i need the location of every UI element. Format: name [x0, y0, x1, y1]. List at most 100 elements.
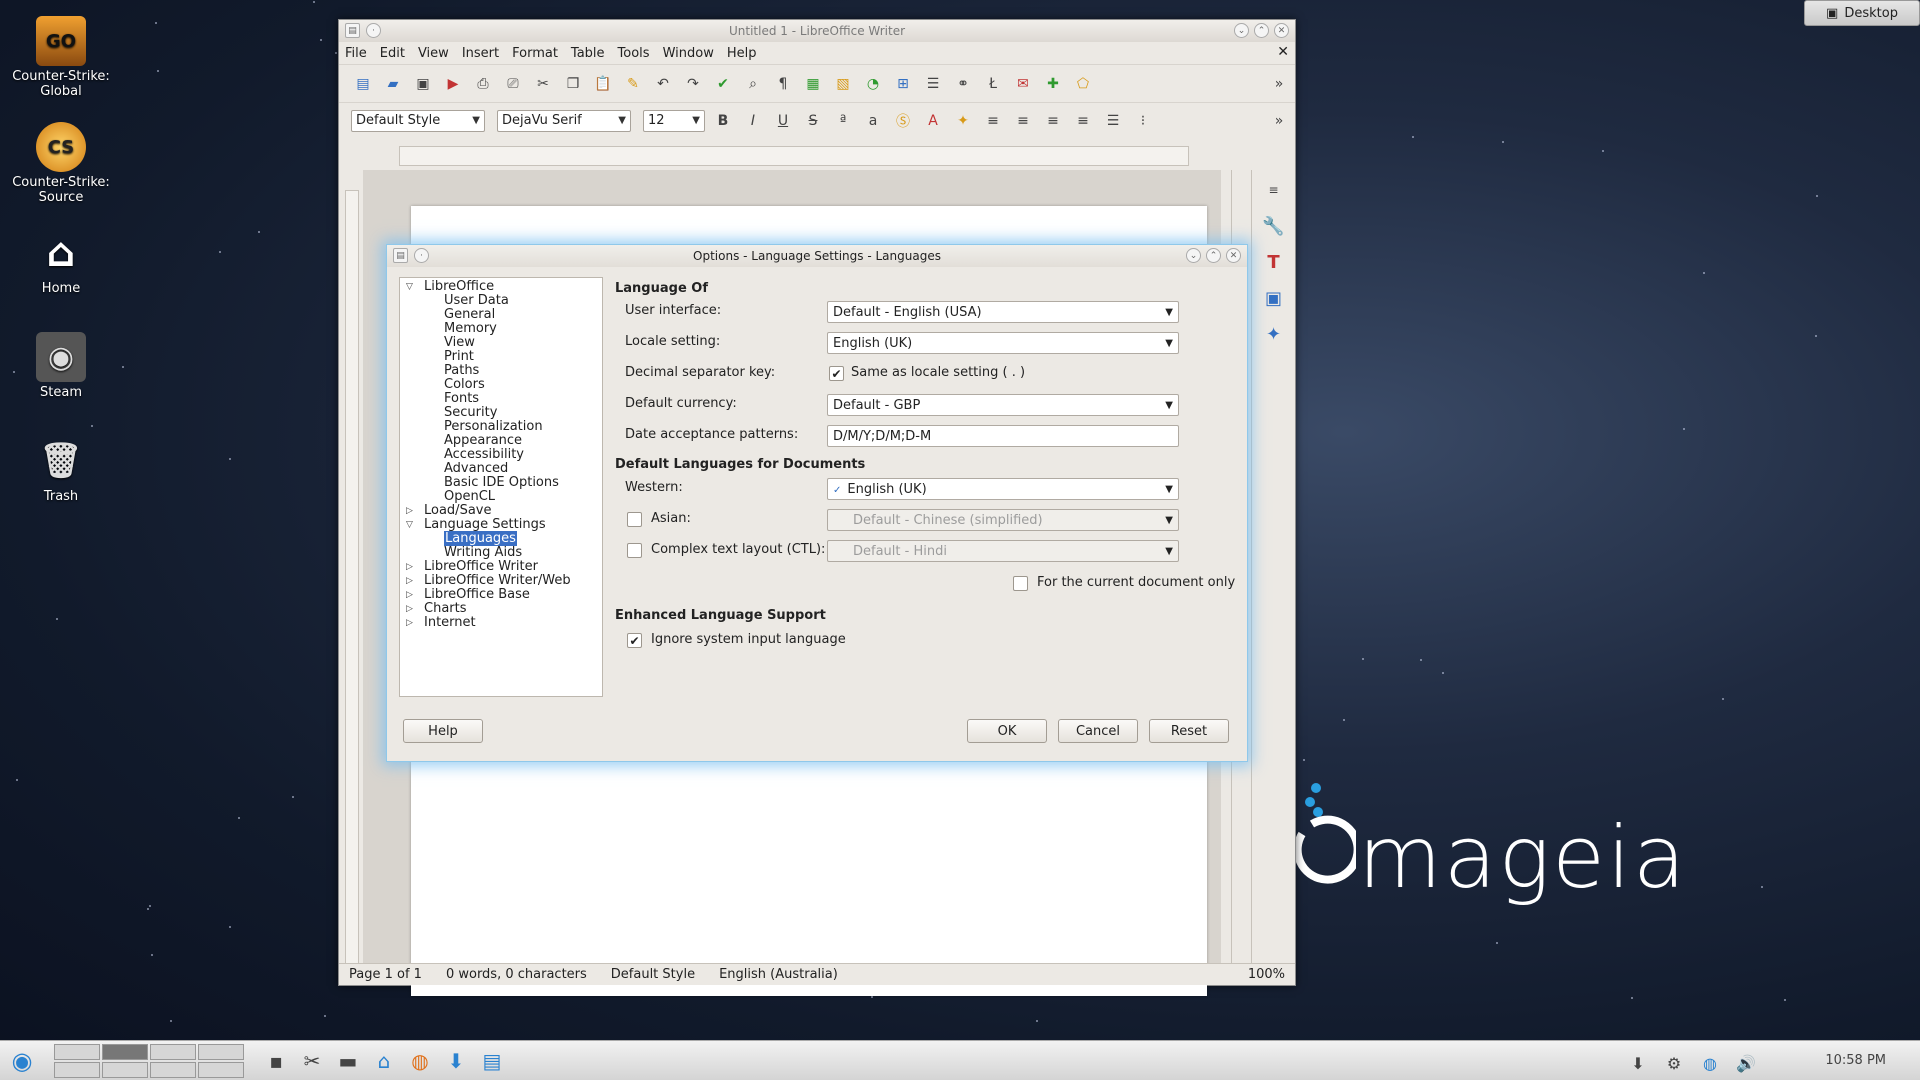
- minimize-icon[interactable]: ⌄: [1186, 248, 1201, 263]
- tree-item[interactable]: Memory: [400, 322, 602, 336]
- italic-icon[interactable]: I: [741, 109, 765, 133]
- track-changes-icon[interactable]: ✚: [1041, 72, 1065, 96]
- strikethrough-icon[interactable]: S: [801, 109, 825, 133]
- desktop-icon-css[interactable]: CS Counter-Strike: Source: [10, 122, 112, 205]
- tree-item[interactable]: Basic IDE Options: [400, 476, 602, 490]
- paste-icon[interactable]: 📋: [591, 72, 615, 96]
- minimize-icon[interactable]: ⌄: [1234, 23, 1249, 38]
- cancel-button[interactable]: Cancel: [1058, 719, 1138, 743]
- find-replace-icon[interactable]: ⌕: [741, 72, 765, 96]
- status-style[interactable]: Default Style: [611, 967, 695, 982]
- print-preview-icon[interactable]: ⎚: [501, 72, 525, 96]
- workspace-6[interactable]: [102, 1061, 148, 1078]
- menu-insert[interactable]: Insert: [462, 46, 499, 61]
- save-icon[interactable]: ▣: [411, 72, 435, 96]
- properties-icon[interactable]: 🔧: [1262, 214, 1286, 238]
- new-document-icon[interactable]: ▤: [351, 72, 375, 96]
- menu-tools[interactable]: Tools: [618, 46, 650, 61]
- page-break-icon[interactable]: ☰: [921, 72, 945, 96]
- window-menu-icon[interactable]: ·: [366, 23, 381, 38]
- window-menu-icon[interactable]: ·: [414, 248, 429, 263]
- western-select[interactable]: ✓ English (UK) ▼: [827, 478, 1179, 500]
- tree-item[interactable]: Fonts: [400, 392, 602, 406]
- writer-task-icon[interactable]: ▤: [478, 1047, 506, 1075]
- clock[interactable]: 10:58 PM: [1825, 1053, 1886, 1068]
- bold-icon[interactable]: B: [711, 109, 735, 133]
- justify-icon[interactable]: ≡: [1071, 109, 1095, 133]
- line-spacing-icon[interactable]: ☰: [1101, 109, 1125, 133]
- open-icon[interactable]: ▰: [381, 72, 405, 96]
- date-patterns-input[interactable]: D/M/Y;D/M;D-M: [827, 425, 1179, 447]
- desktop-icon-trash[interactable]: 🗑 Trash: [10, 436, 112, 505]
- menu-file[interactable]: File: [345, 46, 367, 61]
- workspace-4[interactable]: [198, 1043, 244, 1060]
- downloads-icon[interactable]: ⬇: [442, 1047, 470, 1075]
- ok-button[interactable]: OK: [967, 719, 1047, 743]
- decimal-separator-checkbox[interactable]: ✔: [829, 366, 844, 381]
- workspace-7[interactable]: [150, 1061, 196, 1078]
- tree-item-internet[interactable]: ▷ Internet: [400, 616, 602, 630]
- terminal-icon[interactable]: ▬: [334, 1047, 362, 1075]
- settings-icon[interactable]: ✂: [298, 1047, 326, 1075]
- ctl-checkbox[interactable]: [627, 543, 642, 558]
- tree-item[interactable]: Advanced: [400, 462, 602, 476]
- vertical-ruler[interactable]: [345, 190, 359, 976]
- clone-formatting-icon[interactable]: ✎: [621, 72, 645, 96]
- dialog-titlebar[interactable]: ▤ · Options - Language Settings - Langua…: [387, 245, 1247, 267]
- highlight-color-icon[interactable]: ✦: [951, 109, 975, 133]
- align-right-icon[interactable]: ≡: [1041, 109, 1065, 133]
- shadow-icon[interactable]: a: [861, 109, 885, 133]
- tree-item[interactable]: Colors: [400, 378, 602, 392]
- comment-icon[interactable]: ✉: [1011, 72, 1035, 96]
- workspace-8[interactable]: [198, 1061, 244, 1078]
- maximize-icon[interactable]: ⌃: [1254, 23, 1269, 38]
- menu-table[interactable]: Table: [571, 46, 605, 61]
- paragraph-style-combo[interactable]: Default Style ▼: [351, 109, 485, 132]
- asian-select[interactable]: Default - Chinese (simplified) ▼: [827, 509, 1179, 531]
- print-icon[interactable]: ⎙: [471, 72, 495, 96]
- tree-item[interactable]: Print: [400, 350, 602, 364]
- tree-item-load-save[interactable]: ▷ Load/Save: [400, 504, 602, 518]
- menu-help[interactable]: Help: [727, 46, 757, 61]
- maximize-icon[interactable]: ⌃: [1206, 248, 1221, 263]
- underline-icon[interactable]: U: [771, 109, 795, 133]
- tree-item[interactable]: Accessibility: [400, 448, 602, 462]
- software-manager-icon[interactable]: ⌂: [370, 1047, 398, 1075]
- network-icon[interactable]: ⚙: [1660, 1049, 1688, 1077]
- sidebar-menu-icon[interactable]: ≡: [1262, 178, 1286, 202]
- tree-item-charts[interactable]: ▷ Charts: [400, 602, 602, 616]
- volume-icon[interactable]: 🔊: [1732, 1049, 1760, 1077]
- desktop-icon-home[interactable]: ⌂ Home: [10, 228, 112, 297]
- horizontal-ruler[interactable]: [399, 146, 1189, 166]
- reset-button[interactable]: Reset: [1149, 719, 1229, 743]
- gallery-icon[interactable]: ▣: [1262, 286, 1286, 310]
- tree-item[interactable]: General: [400, 308, 602, 322]
- tree-item[interactable]: Appearance: [400, 434, 602, 448]
- font-name-combo[interactable]: DejaVu Serif ▼: [497, 109, 631, 132]
- font-size-combo[interactable]: 12 ▼: [643, 109, 705, 132]
- start-menu-icon[interactable]: ◉: [8, 1047, 36, 1075]
- globe-icon[interactable]: ◍: [1696, 1049, 1724, 1077]
- bullet-list-icon[interactable]: ⁝: [1131, 109, 1155, 133]
- tree-item[interactable]: Personalization: [400, 420, 602, 434]
- redo-icon[interactable]: ↷: [681, 72, 705, 96]
- align-center-icon[interactable]: ≡: [1011, 109, 1035, 133]
- ignore-input-language-checkbox[interactable]: ✔: [627, 633, 642, 648]
- tree-item-base[interactable]: ▷ LibreOffice Base: [400, 588, 602, 602]
- insert-table-icon[interactable]: ▦: [801, 72, 825, 96]
- insert-chart-icon[interactable]: ◔: [861, 72, 885, 96]
- font-color-icon[interactable]: A: [921, 109, 945, 133]
- draw-shapes-icon[interactable]: ⬠: [1071, 72, 1095, 96]
- tree-item-writing-aids[interactable]: Writing Aids: [400, 546, 602, 560]
- workspace-1[interactable]: [54, 1043, 100, 1060]
- hyperlink-icon[interactable]: ⚭: [951, 72, 975, 96]
- file-manager-icon[interactable]: ▪: [262, 1047, 290, 1075]
- writer-titlebar[interactable]: ▤ · Untitled 1 - LibreOffice Writer ⌄ ⌃ …: [339, 20, 1295, 42]
- more-toolbar-icon[interactable]: »: [1267, 109, 1291, 133]
- character-highlight-icon[interactable]: Ⓢ: [891, 109, 915, 133]
- export-pdf-icon[interactable]: ▶: [441, 72, 465, 96]
- workspace-pager[interactable]: [54, 1043, 244, 1078]
- asian-checkbox[interactable]: [627, 512, 642, 527]
- align-left-icon[interactable]: ≡: [981, 109, 1005, 133]
- updates-icon[interactable]: ⬇: [1624, 1049, 1652, 1077]
